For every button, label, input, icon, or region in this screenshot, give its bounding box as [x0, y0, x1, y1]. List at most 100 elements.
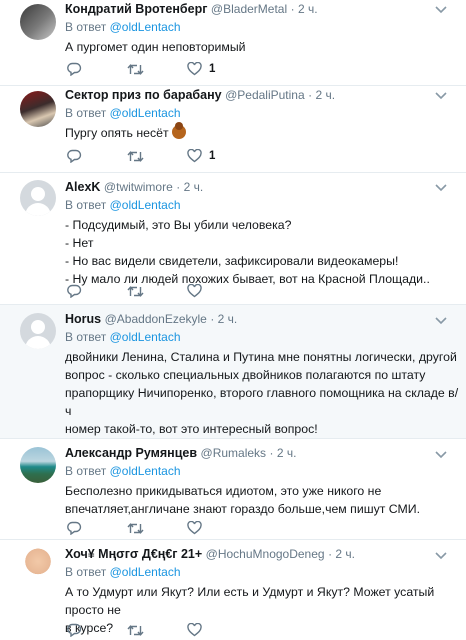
like-count: 1 — [209, 150, 216, 162]
tweet-header: AlexK @twitwimore · 2 ч. — [65, 180, 203, 194]
tweet-actions — [65, 622, 365, 638]
tweet[interactable]: Кондратий Вротенберг @BladerMetal · 2 ч.… — [0, 0, 466, 86]
tweet[interactable]: Сектор приз по барабану @PedaliPutina · … — [0, 86, 466, 173]
tweet-header: Кондратий Вротенберг @BladerMetal · 2 ч. — [65, 2, 318, 16]
avatar[interactable] — [20, 4, 56, 40]
mention-link[interactable]: @oldLentach — [110, 464, 181, 478]
heart-icon — [187, 62, 202, 76]
tweet-text-line: Пургу опять несёт — [65, 126, 169, 140]
like-button[interactable]: 1 — [187, 61, 215, 77]
reply-prefix: В ответ — [65, 20, 107, 34]
tweet[interactable]: AlexK @twitwimore · 2 ч. В ответ @oldLen… — [0, 173, 466, 305]
reply-context: В ответ @oldLentach — [65, 106, 181, 120]
avatar[interactable] — [20, 547, 56, 583]
reply-prefix: В ответ — [65, 198, 107, 212]
heart-icon — [187, 149, 202, 163]
chevron-down-icon[interactable] — [434, 313, 448, 327]
tweet[interactable]: Александр Румянцев @Rumaleks · 2 ч. В от… — [0, 439, 466, 540]
reply-button[interactable] — [67, 61, 82, 77]
reply-icon — [67, 284, 82, 298]
heart-icon — [187, 284, 202, 298]
timestamp[interactable]: · 2 ч. — [328, 547, 355, 561]
reply-button[interactable] — [67, 520, 82, 536]
like-count: 1 — [209, 63, 216, 75]
tweet-text: Пургу опять несёт — [65, 122, 450, 142]
tweet-header: Хоч¥ Мңσгσ Д€ң€г 21+ @HochuMnogoDeneg · … — [65, 547, 355, 561]
retweet-button[interactable] — [127, 61, 144, 77]
reply-context: В ответ @oldLentach — [65, 565, 181, 579]
tweet-text: Бесполезно прикидываться идиотом, это уж… — [65, 482, 450, 518]
mention-link[interactable]: @oldLentach — [110, 20, 181, 34]
reply-icon — [67, 149, 82, 163]
retweet-icon — [127, 624, 144, 636]
chevron-down-icon[interactable] — [434, 180, 448, 194]
tweet-text-line: вопрос - сколько специальных двойников п… — [65, 368, 426, 382]
tweet-header: Horus @AbaddonEzekyle · 2 ч. — [65, 312, 237, 326]
tweet-text-line: - Подсудимый, это Вы убили человека? — [65, 218, 292, 232]
reply-button[interactable] — [67, 148, 82, 164]
retweet-button[interactable] — [127, 520, 144, 536]
user-handle[interactable]: @HochuMnogoDeneg — [206, 547, 325, 561]
tweet-text-line: - Но вас видели свидетели, зафиксировали… — [65, 254, 399, 268]
timestamp[interactable]: · 2 ч. — [210, 312, 237, 326]
retweet-button[interactable] — [127, 148, 144, 164]
like-button[interactable] — [187, 283, 209, 299]
like-button[interactable]: 1 — [187, 148, 215, 164]
user-handle[interactable]: @AbaddonEzekyle — [105, 312, 207, 326]
avatar[interactable] — [20, 91, 56, 127]
tweet-header: Александр Румянцев @Rumaleks · 2 ч. — [65, 446, 296, 460]
tweet-text-line: прапорщику Ничипоренко, второго главного… — [65, 386, 459, 418]
tweet-actions: 1 — [65, 148, 365, 164]
heart-icon — [187, 521, 202, 535]
user-handle[interactable]: @twitwimore — [104, 180, 173, 194]
chevron-down-icon[interactable] — [434, 88, 448, 102]
retweet-icon — [127, 285, 144, 297]
tweet-text: А пургомет один неповторимый — [65, 38, 450, 56]
chevron-down-icon[interactable] — [434, 548, 448, 562]
retweet-button[interactable] — [127, 283, 144, 299]
reply-prefix: В ответ — [65, 106, 107, 120]
tweet-actions — [65, 283, 365, 299]
display-name[interactable]: AlexK — [65, 180, 100, 194]
display-name[interactable]: Кондратий Вротенберг — [65, 2, 207, 16]
mention-link[interactable]: @oldLentach — [110, 106, 181, 120]
timestamp[interactable]: · 2 ч. — [176, 180, 203, 194]
reply-prefix: В ответ — [65, 565, 107, 579]
user-handle[interactable]: @BladerMetal — [211, 2, 287, 16]
reply-button[interactable] — [67, 283, 82, 299]
mention-link[interactable]: @oldLentach — [110, 198, 181, 212]
retweet-icon — [127, 63, 144, 75]
display-name[interactable]: Сектор приз по барабану — [65, 88, 222, 102]
like-button[interactable] — [187, 520, 209, 536]
user-handle[interactable]: @Rumaleks — [201, 446, 267, 460]
reply-icon — [67, 62, 82, 76]
timestamp[interactable]: · 2 ч. — [270, 446, 297, 460]
reply-prefix: В ответ — [65, 330, 107, 344]
tweet-text-line: Бесполезно прикидываться идиотом, это уж… — [65, 484, 382, 498]
tweet-text-line: А то Удмурт или Якут? Или есть и Удмурт … — [65, 585, 435, 617]
chevron-down-icon[interactable] — [434, 2, 448, 16]
timestamp[interactable]: · 2 ч. — [308, 88, 335, 102]
display-name[interactable]: Хоч¥ Мңσгσ Д€ң€г 21+ — [65, 547, 202, 561]
user-handle[interactable]: @PedaliPutina — [225, 88, 305, 102]
reply-button[interactable] — [67, 622, 82, 638]
retweet-button[interactable] — [127, 622, 144, 638]
display-name[interactable]: Horus — [65, 312, 101, 326]
tweet-actions: 1 — [65, 61, 365, 77]
tweet-text: - Подсудимый, это Вы убили человека? - Н… — [65, 216, 450, 288]
timestamp[interactable]: · 2 ч. — [291, 2, 318, 16]
avatar[interactable] — [20, 313, 56, 349]
display-name[interactable]: Александр Румянцев — [65, 446, 197, 460]
tweet-header: Сектор приз по барабану @PedaliPutina · … — [65, 88, 335, 102]
tweet[interactable]: Хоч¥ Мңσгσ Д€ң€г 21+ @HochuMnogoDeneg · … — [0, 540, 466, 640]
mention-link[interactable]: @oldLentach — [110, 565, 181, 579]
reply-context: В ответ @oldLentach — [65, 198, 181, 212]
avatar[interactable] — [20, 180, 56, 216]
tweet-text-line: впечатляет,англичане знают гораздо больш… — [65, 502, 421, 516]
heart-icon — [187, 623, 202, 637]
chevron-down-icon[interactable] — [434, 447, 448, 461]
mention-link[interactable]: @oldLentach — [110, 330, 181, 344]
tweet[interactable]: Horus @AbaddonEzekyle · 2 ч. В ответ @ol… — [0, 305, 466, 439]
like-button[interactable] — [187, 622, 209, 638]
avatar[interactable] — [20, 447, 56, 483]
